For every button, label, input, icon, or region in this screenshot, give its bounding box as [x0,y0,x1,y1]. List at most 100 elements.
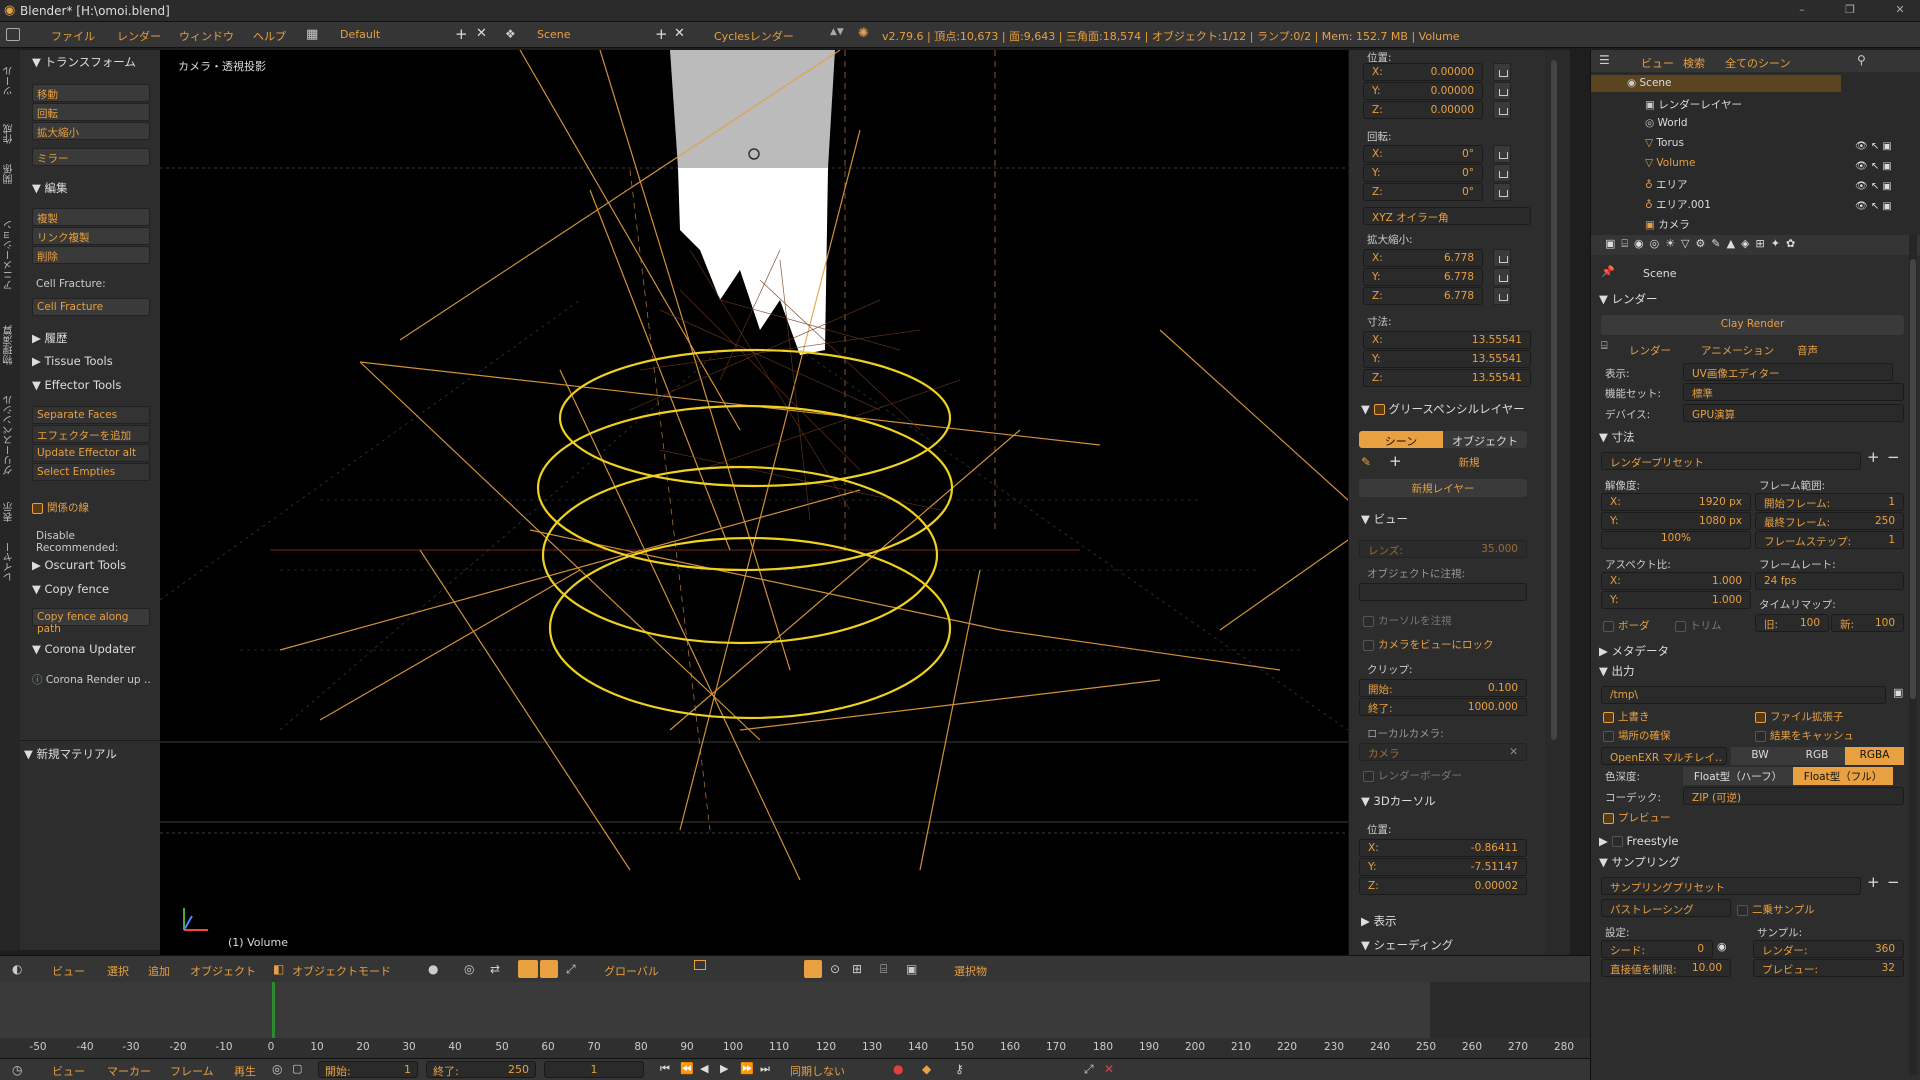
header-menu-view[interactable]: ビュー [52,963,85,979]
tab-physics[interactable]: 物理演算 [2,315,20,375]
gp-scene-toggle[interactable]: シーン [1359,431,1443,448]
border-checkbox[interactable]: ボーダ [1603,618,1650,633]
crop-checkbox[interactable]: トリム [1675,618,1722,633]
scale-x-field[interactable]: X: 6.778 [1363,249,1483,267]
mirror-button[interactable]: ミラー [32,148,150,166]
dimension-y-field[interactable]: Y: 13.55541 [1363,350,1531,368]
integrator-select[interactable]: パストレーシング [1601,899,1731,917]
outliner-menu-search[interactable]: 検索 [1683,55,1705,71]
placeholder-checkbox[interactable]: 場所の確保 [1603,728,1671,743]
copyfence-panel-header[interactable]: ▼ Copy fence [32,582,109,596]
scrollbar[interactable] [1551,60,1557,740]
time-old-field[interactable]: 旧: 100 [1755,614,1829,632]
remove-preset-icon[interactable]: − [1887,448,1900,466]
close-button[interactable]: ✕ [1893,3,1907,17]
remove-sampling-preset-icon[interactable]: − [1887,873,1900,891]
render-preview-icon[interactable]: ⌸ [880,962,887,977]
outliner-item-world[interactable]: ◎ World [1645,117,1688,129]
location-y-field[interactable]: Y: 0.00000 [1363,82,1483,100]
transform-panel-header[interactable]: ▼ トランスフォーム [32,54,136,70]
outliner-item-scene[interactable]: ◉ Scene [1627,77,1672,89]
cell-fracture-button[interactable]: Cell Fracture [32,298,150,316]
aspect-y-field[interactable]: Y: 1.000 [1601,591,1751,609]
timeline-area[interactable] [0,982,1590,1038]
properties-scrollbar[interactable] [1909,235,1917,1075]
minimize-button[interactable]: – [1795,3,1809,17]
codec-select[interactable]: ZIP (可逆) [1683,787,1904,805]
audio-button[interactable]: 音声 [1797,343,1818,358]
visibility-toggles[interactable]: 👁 ↖ ▣ 👁 ↖ ▣ 👁 ↖ ▣ 👁 ↖ ▣ [1855,137,1915,217]
pivot-icon[interactable]: ◎ [464,962,474,976]
timeline-menu-view[interactable]: ビュー [52,1063,85,1079]
sampling-panel-header[interactable]: ▼ サンプリング [1599,854,1680,870]
duplicate-button[interactable]: 複製 [32,208,150,226]
effector-panel-header[interactable]: ▼ Effector Tools [32,378,121,392]
metadata-panel-header[interactable]: ▶ メタデータ [1599,643,1669,659]
timeline-menu-frame[interactable]: フレーム [170,1063,214,1079]
shading-mode-icon[interactable]: ● [428,962,438,976]
device-select[interactable]: GPU演算 [1683,404,1904,422]
cache-result-checkbox[interactable]: 結果をキャッシュ [1755,728,1854,743]
start-frame-field[interactable]: 開始フレーム: 1 [1755,493,1904,511]
depth-half-toggle[interactable]: Float型（ハーフ） [1683,767,1793,785]
shading-panel-header[interactable]: ▼ シェーディング [1361,937,1453,953]
cursor-z-field[interactable]: Z: 0.00002 [1359,877,1527,895]
add-icon[interactable]: + [1389,452,1402,470]
freestyle-panel-header[interactable]: ▶ Freestyle [1599,834,1678,848]
info-editor-icon[interactable] [6,28,20,41]
3d-cursor-panel-header[interactable]: ▼ 3Dカーソル [1361,793,1436,809]
gp-new-button[interactable]: 新規 [1411,455,1527,470]
update-effector-button[interactable]: Update Effector alt [32,444,150,462]
keying-set-icon[interactable]: ⚷ [955,1062,964,1076]
lock-icon[interactable] [1493,82,1511,100]
end-frame-field[interactable]: 最終フレーム: 250 [1755,512,1904,530]
output-panel-header[interactable]: ▼ 出力 [1599,663,1635,679]
render-engine-select[interactable]: Cyclesレンダー [714,28,794,44]
clay-render-button[interactable]: Clay Render [1601,315,1904,335]
add-layout-icon[interactable]: + [455,25,468,43]
layer-button[interactable] [694,960,706,970]
history-panel-header[interactable]: ▶ 履歴 [32,330,68,346]
rotation-z-field[interactable]: Z: 0° [1363,183,1483,201]
separate-faces-button[interactable]: Separate Faces [32,406,150,424]
oscurart-panel-header[interactable]: ▶ Oscurart Tools [32,558,126,572]
frame-rate-select[interactable]: 24 fps [1755,572,1904,590]
outliner-display-select[interactable]: 全てのシーン [1725,55,1790,71]
scene-field[interactable]: Scene [537,28,571,41]
copy-fence-button[interactable]: Copy fence along path [32,608,150,635]
jump-keyframe-forward-icon[interactable]: ⏩ [740,1062,754,1075]
3d-viewport[interactable]: カメラ・透視投影 (1) Volume [160,50,1348,955]
dimension-z-field[interactable]: Z: 13.55541 [1363,369,1531,387]
remove-scene-icon[interactable]: ✕ [674,26,685,41]
header-menu-add[interactable]: 追加 [148,963,170,979]
tissue-panel-header[interactable]: ▶ Tissue Tools [32,354,113,368]
rotate-button[interactable]: 回転 [32,103,150,121]
feature-set-select[interactable]: 標準 [1683,383,1904,401]
color-bw-toggle[interactable]: BW [1731,747,1789,765]
tab-animation[interactable]: アニメーション [2,200,20,310]
rotation-mode-select[interactable]: XYZ オイラー角 [1363,207,1531,225]
location-x-field[interactable]: X: 0.00000 [1363,63,1483,81]
outliner-item-volume[interactable]: ▽ Volume [1645,157,1695,169]
timeline-menu-playback[interactable]: 再生 [234,1063,256,1079]
header-menu-select[interactable]: 選択 [107,963,129,979]
eye-icon[interactable]: 👁 ↖ ▣ [1855,137,1915,157]
scale-z-field[interactable]: Z: 6.778 [1363,287,1483,305]
lock-icon[interactable] [1493,287,1511,305]
add-effector-button[interactable]: エフェクターを追加 [32,425,150,443]
menu-help[interactable]: ヘルプ [253,28,286,44]
snap-toggle-icon[interactable] [804,960,822,978]
tab-display[interactable]: 表示 [2,492,20,532]
output-path-field[interactable]: /tmp\ [1601,686,1886,704]
local-camera-field[interactable]: カメラ ✕ [1359,743,1527,761]
lock-camera-checkbox[interactable]: カメラをビューにロック [1363,637,1494,652]
start-frame-field[interactable]: 開始: 1 [318,1061,418,1078]
folder-icon[interactable]: ▣ [1893,686,1903,699]
timeline-editor-icon[interactable]: ◷ [12,1063,22,1077]
square-samples-checkbox[interactable]: 二乗サンプル [1737,902,1815,917]
editor-type-icon[interactable]: ◐ [12,962,22,976]
search-icon[interactable]: ⚲ [1857,53,1866,67]
lock-to-object-field[interactable] [1359,583,1527,601]
animation-button[interactable]: アニメーション [1701,343,1774,358]
jump-end-icon[interactable]: ⏭ [760,1062,770,1076]
